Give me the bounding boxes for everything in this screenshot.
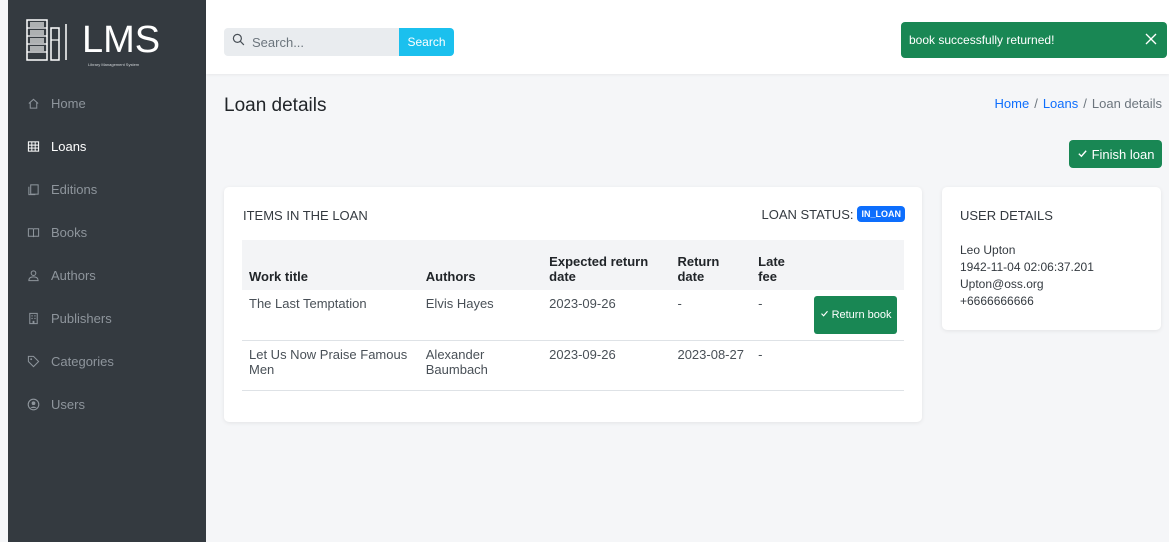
column-header: Expected return date	[549, 254, 649, 284]
column-header: Authors	[425, 269, 476, 284]
breadcrumb-current: Loan details	[1091, 96, 1162, 111]
breadcrumb-separator: /	[1083, 96, 1087, 111]
breadcrumb: Home / Loans / Loan details	[995, 96, 1162, 111]
sidebar-item-label: Books	[51, 225, 88, 240]
sidebar-item-label: Publishers	[51, 311, 112, 326]
search-input[interactable]	[252, 34, 392, 50]
cell-action	[807, 340, 904, 391]
status-badge: IN_LOAN	[857, 206, 905, 222]
cell-expected-date: 2023-09-26	[542, 290, 671, 341]
sidebar-item-users[interactable]: Users	[8, 383, 206, 426]
breadcrumb-home-link[interactable]: Home	[995, 96, 1030, 111]
column-header-actions	[807, 240, 904, 290]
tag-icon	[26, 355, 40, 369]
search-box	[224, 28, 400, 56]
finish-loan-button[interactable]: Finish loan	[1069, 140, 1162, 168]
user-birthdate: 1942-11-04 02:06:37.201	[960, 260, 1094, 274]
success-toast: book successfully returned!	[901, 22, 1167, 58]
sidebar-item-home[interactable]: Home	[8, 82, 206, 125]
sidebar-item-books[interactable]: Books	[8, 211, 206, 254]
loan-items-card: ITEMS IN THE LOAN LOAN STATUS: IN_LOAN W…	[224, 187, 922, 422]
cell-late-fee: -	[751, 340, 807, 391]
loan-status-label: LOAN STATUS:	[761, 206, 854, 222]
cell-authors: Alexander Baumbach	[418, 340, 543, 391]
user-phone: +6666666666	[960, 294, 1034, 308]
user-details-header: USER DETAILS	[960, 208, 1053, 223]
user-email: Upton@oss.org	[960, 277, 1044, 291]
column-header: Late fee	[758, 254, 785, 284]
sidebar-item-label: Home	[51, 96, 86, 111]
home-icon	[26, 97, 40, 111]
check-icon	[820, 309, 832, 321]
cell-work-title: The Last Temptation	[242, 290, 419, 341]
sidebar-item-editions[interactable]: Editions	[8, 168, 206, 211]
library-shelf-icon	[26, 18, 78, 62]
sidebar-nav: Home Loans Editions Books Authors Publis…	[8, 82, 206, 426]
search-icon	[232, 33, 252, 51]
cell-work-title: Let Us Now Praise Famous Men	[242, 340, 419, 391]
table-icon	[26, 140, 40, 154]
cell-authors: Elvis Hayes	[418, 290, 543, 341]
return-book-label: Return book	[831, 308, 892, 321]
table-header-row: Work title Authors Expected return date …	[242, 240, 904, 290]
table-row: Let Us Now Praise Famous Men Alexander B…	[242, 340, 904, 391]
loan-status: LOAN STATUS: IN_LOAN	[761, 206, 905, 222]
logo[interactable]: LMS	[8, 0, 206, 80]
sidebar-item-label: Users	[51, 397, 85, 412]
sidebar-item-label: Authors	[51, 268, 96, 283]
person-icon	[26, 269, 40, 283]
cell-return-date: -	[670, 290, 752, 341]
logo-subtitle: Library Management System	[88, 62, 140, 67]
sidebar-item-label: Loans	[51, 139, 87, 154]
page-title: Loan details	[224, 95, 327, 116]
sidebar: LMS Library Management System Home Loans…	[8, 0, 206, 542]
loan-items-table: Work title Authors Expected return date …	[242, 240, 904, 391]
column-header: Work title	[249, 269, 308, 284]
sidebar-item-authors[interactable]: Authors	[8, 254, 206, 297]
sidebar-item-publishers[interactable]: Publishers	[8, 297, 206, 340]
user-details-card: USER DETAILS Leo Upton 1942-11-04 02:06:…	[942, 187, 1161, 330]
breadcrumb-loans-link[interactable]: Loans	[1043, 96, 1078, 111]
column-header: Return date	[677, 254, 720, 284]
sidebar-item-categories[interactable]: Categories	[8, 340, 206, 383]
book-open-icon	[26, 226, 40, 240]
cell-action: Return book	[807, 290, 904, 341]
search-button[interactable]: Search	[399, 28, 454, 56]
loan-items-header: ITEMS IN THE LOAN	[243, 208, 368, 223]
building-icon	[26, 312, 40, 326]
cell-expected-date: 2023-09-26	[542, 340, 671, 391]
sidebar-item-label: Editions	[51, 182, 98, 197]
user-name: Leo Upton	[960, 243, 1016, 257]
table-row: The Last Temptation Elvis Hayes 2023-09-…	[242, 290, 904, 341]
copy-icon	[26, 183, 40, 197]
return-book-button[interactable]: Return book	[814, 296, 897, 334]
close-icon[interactable]	[1143, 31, 1159, 47]
cell-return-date: 2023-08-27	[670, 340, 752, 391]
toast-message: book successfully returned!	[909, 33, 1055, 47]
check-icon	[1077, 147, 1088, 162]
sidebar-item-loans[interactable]: Loans	[8, 125, 206, 168]
user-circle-icon	[26, 398, 40, 412]
breadcrumb-separator: /	[1034, 96, 1038, 111]
sidebar-item-label: Categories	[51, 354, 114, 369]
finish-loan-label: Finish loan	[1091, 146, 1155, 162]
cell-late-fee: -	[751, 290, 807, 341]
logo-text: LMS	[82, 19, 161, 61]
user-details: Leo Upton 1942-11-04 02:06:37.201 Upton@…	[960, 242, 1094, 310]
